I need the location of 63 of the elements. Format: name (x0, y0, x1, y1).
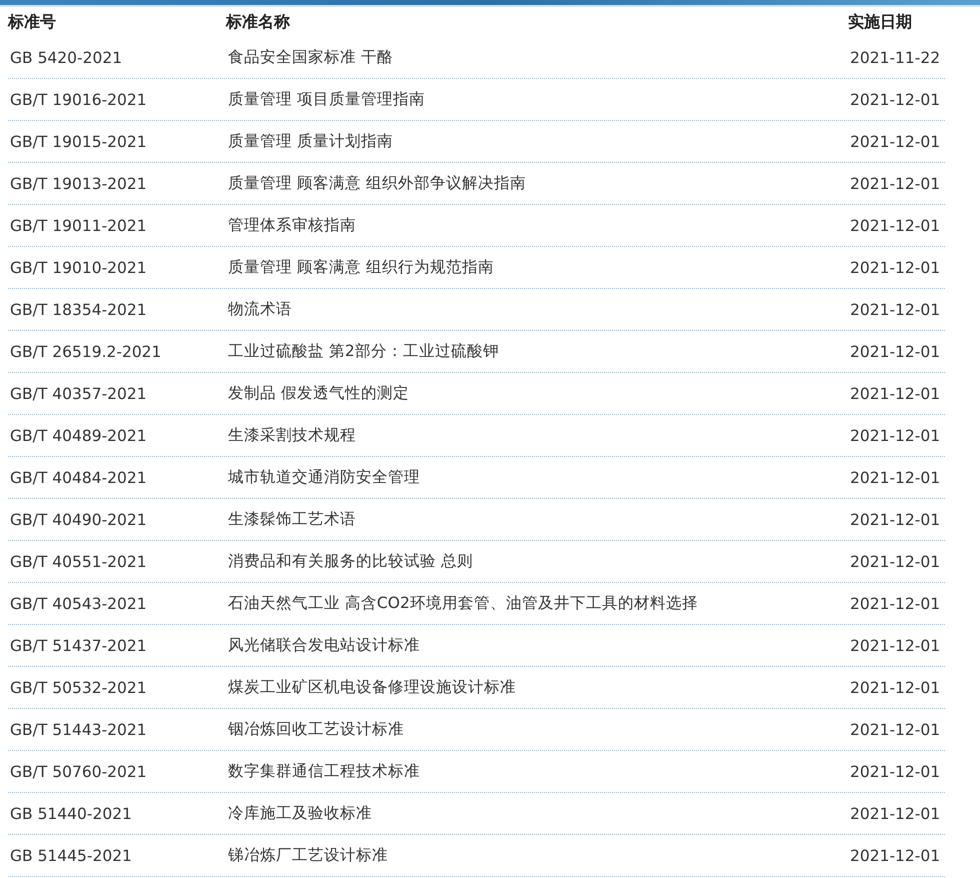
table-cell-text: GB/T 19015-2021 (9, 132, 148, 150)
table-cell-text: GB 5420-2021 (9, 48, 124, 66)
table-cell-text: 2021-12-01 (850, 636, 942, 654)
table-cell-text: 物流术语 (228, 299, 293, 320)
table-cell-text: 2021-12-01 (850, 552, 942, 570)
column-header: 实施日期 (848, 12, 913, 32)
table-cell-text: 2021-12-01 (850, 90, 942, 108)
table-cell-text: 2021-12-01 (850, 804, 942, 822)
table-cell-text: 质量管理 项目质量管理指南 (228, 89, 426, 110)
table-cell-text: 2021-12-01 (850, 720, 942, 738)
table-cell-text: 城市轨道交通消防安全管理 (228, 467, 421, 488)
table-cell-text: 生漆采割技术规程 (228, 425, 357, 446)
table-cell-text: 发制品 假发透气性的测定 (228, 383, 410, 404)
table-cell-text: 2021-12-01 (850, 216, 942, 234)
table-cell-text: 2021-12-01 (850, 594, 942, 612)
column-header: 标准名称 (226, 12, 291, 32)
table-cell-text: 2021-12-01 (850, 300, 942, 318)
table-cell-text: GB/T 51443-2021 (9, 720, 148, 738)
table-cell-text: 质量管理 顾客满意 组织外部争议解决指南 (228, 173, 527, 194)
table-cell-text: GB/T 19016-2021 (9, 90, 148, 108)
table-cell-text: GB 51445-2021 (9, 846, 133, 864)
table-cell-text: GB/T 50760-2021 (9, 762, 148, 780)
table-cell-text: 锑冶炼厂工艺设计标准 (228, 845, 389, 866)
table-cell-text: GB/T 40551-2021 (9, 552, 148, 570)
table-cell-text: 2021-12-01 (850, 846, 942, 864)
table-cell-text: 2021-12-01 (850, 468, 942, 486)
table-cell-text: 风光储联合发电站设计标准 (228, 635, 421, 656)
table-cell-text: 消费品和有关服务的比较试验 总则 (228, 551, 474, 572)
table-cell-text: 2021-12-01 (850, 678, 942, 696)
table-cell-text: GB/T 40543-2021 (9, 594, 148, 612)
table-cell-text: GB/T 26519.2-2021 (9, 342, 162, 360)
table-cell-text: GB/T 19013-2021 (9, 174, 148, 192)
table-cell-text: 管理体系审核指南 (228, 215, 357, 236)
table-cell-text: 2021-12-01 (850, 384, 942, 402)
table-cell-text: GB/T 40357-2021 (9, 384, 148, 402)
table-cell-text: GB/T 50532-2021 (9, 678, 148, 696)
table-cell-text: GB 51440-2021 (9, 804, 133, 822)
table-cell-text: GB/T 40490-2021 (9, 510, 148, 528)
table-cell-text: GB/T 51437-2021 (9, 636, 148, 654)
table-cell-text: 2021-12-01 (850, 174, 942, 192)
table-cell-text: 质量管理 质量计划指南 (228, 131, 394, 152)
table-cell-text: GB/T 19011-2021 (9, 216, 148, 234)
table-cell-text: 工业过硫酸盐 第2部分：工业过硫酸钾 (228, 341, 500, 362)
column-header: 标准号 (8, 12, 57, 32)
table-cell-text: 数字集群通信工程技术标准 (228, 761, 421, 782)
table-cell-text: 2021-12-01 (850, 342, 942, 360)
table-cell-text: 食品安全国家标准 干酪 (228, 47, 394, 68)
table-cell-text: 质量管理 顾客满意 组织行为规范指南 (228, 257, 495, 278)
table-cell-text: 2021-12-01 (850, 426, 942, 444)
table-cell-text: 2021-12-01 (850, 510, 942, 528)
table-cell-text: 2021-12-01 (850, 132, 942, 150)
table-cell-text: 2021-11-22 (850, 48, 942, 66)
table-cell-text: GB/T 40489-2021 (9, 426, 148, 444)
table-cell-text: 2021-12-01 (850, 258, 942, 276)
table-cell-text: 煤炭工业矿区机电设备修理设施设计标准 (228, 677, 517, 698)
table-cell-text: GB/T 18354-2021 (9, 300, 148, 318)
table-cell-text: 石油天然气工业 高含CO2环境用套管、油管及井下工具的材料选择 (228, 593, 699, 614)
table-cell-text: GB/T 40484-2021 (9, 468, 148, 486)
table-cell-text: 铟冶炼回收工艺设计标准 (228, 719, 405, 740)
table-cell-text: 2021-12-01 (850, 762, 942, 780)
table-cell-text: 生漆髹饰工艺术语 (228, 509, 357, 530)
table-cell-text: GB/T 19010-2021 (9, 258, 148, 276)
table-cell-text: 冷库施工及验收标准 (228, 803, 373, 824)
